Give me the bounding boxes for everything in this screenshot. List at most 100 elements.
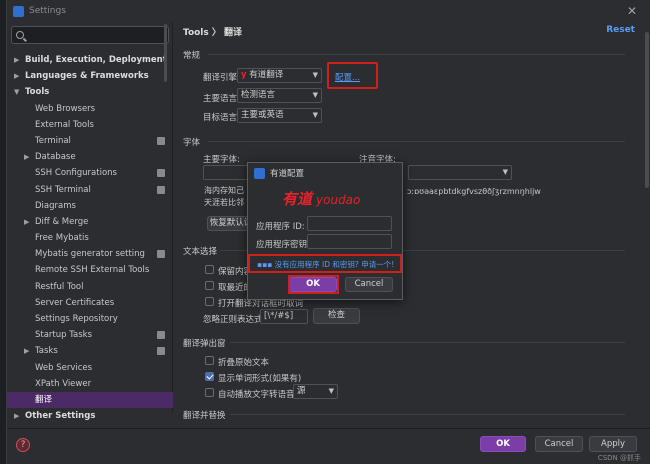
help-icon[interactable]: ? — [16, 438, 30, 452]
sidebar-item[interactable]: Free Mybatis — [7, 230, 173, 246]
sidebar-item[interactable]: Remote SSH External Tools — [7, 262, 173, 278]
close-icon[interactable]: ✕ — [627, 4, 637, 18]
chevron-down-icon[interactable]: ▼ — [14, 84, 19, 100]
sidebar-item-label: Web Browsers — [35, 103, 96, 114]
engine-label: 翻译引擎: — [203, 73, 240, 83]
chevron-right-icon[interactable]: ▶ — [24, 214, 29, 230]
apply-key-link[interactable]: ▪▪▪ 没有应用程序 ID 和密钥? 申请一个! — [257, 259, 394, 270]
target-lang-label: 目标语言: — [203, 113, 240, 123]
sidebar-item-label: Languages & Frameworks — [25, 71, 149, 82]
sidebar-item[interactable]: ▶ Other Settings — [7, 408, 173, 424]
sidebar-item[interactable]: Restful Tool — [7, 279, 173, 295]
chevron-down-icon: ▼ — [328, 387, 334, 395]
sidebar-item-label: Database — [35, 152, 76, 163]
engine-value: 有道翻译 — [249, 70, 284, 80]
phonetic-preview: ɔːɒʊəaɛpbtdkgfvszθðʃʒrzmnŋhljw — [407, 187, 541, 196]
primary-lang-label: 主要语言: — [203, 94, 240, 104]
sidebar-item[interactable]: Web Browsers — [7, 101, 173, 117]
phonetic-font-select[interactable]: ▼ — [408, 165, 512, 180]
sidebar-item[interactable]: ▶ Database — [7, 149, 173, 165]
tree-scrollbar[interactable] — [164, 24, 167, 82]
apply-button[interactable]: Apply — [589, 436, 637, 452]
app-key-input[interactable] — [307, 234, 392, 249]
auto-tts-checkbox[interactable] — [205, 388, 214, 397]
fold-original-checkbox[interactable] — [205, 356, 214, 365]
youdao-logo-icon: y — [241, 70, 247, 80]
section-font-title: 字体 — [183, 138, 201, 148]
sidebar-item-label: Build, Execution, Deployment — [25, 55, 167, 65]
sidebar-item[interactable]: Web Services — [7, 360, 173, 376]
sidebar-item[interactable]: XPath Viewer — [7, 376, 173, 392]
youdao-config-dialog: 有道配置 有道 youdao 应用程序 ID: 应用程序密钥: ▪▪▪ 没有应用程… — [247, 162, 403, 300]
youdao-logo: 有道 youdao — [282, 188, 360, 209]
sidebar-item-label: External Tools — [35, 119, 94, 130]
sidebar-item-label: SSH Terminal — [35, 184, 91, 195]
project-level-icon — [157, 136, 165, 145]
sidebar-item[interactable]: Startup Tasks — [7, 327, 173, 343]
sidebar-item[interactable]: ▶ Diff & Merge — [7, 214, 173, 230]
search-input[interactable] — [11, 26, 169, 44]
section-replace-title: 翻译并替换 — [183, 411, 226, 421]
sidebar-item[interactable]: SSH Terminal — [7, 182, 173, 198]
youdao-logo-en: youdao — [316, 193, 361, 207]
reset-link[interactable]: Reset — [606, 25, 635, 35]
ignore-regex-input[interactable]: [\*/#$] — [260, 309, 308, 324]
sidebar-item-label: SSH Configurations — [35, 168, 117, 179]
sidebar-item[interactable]: ▶ Tasks — [7, 343, 173, 359]
sidebar-item[interactable]: Diagrams — [7, 198, 173, 214]
apply-key-link-text: 没有应用程序 ID 和密钥? 申请一个! — [274, 260, 395, 269]
chevron-right-icon[interactable]: ▶ — [14, 52, 19, 68]
chevron-right-icon[interactable]: ▶ — [24, 343, 29, 359]
tts-source-select[interactable]: 源 ▼ — [293, 384, 338, 399]
sidebar-item[interactable]: Server Certificates — [7, 295, 173, 311]
breadcrumb: Tools 〉 翻译 — [183, 28, 243, 38]
sidebar-item[interactable]: ▼ Tools — [7, 84, 173, 100]
engine-select[interactable]: y 有道翻译 ▼ — [237, 68, 322, 83]
nearest-word-checkbox[interactable] — [205, 281, 214, 290]
title-bar: Settings ✕ — [7, 0, 650, 22]
app-id-input[interactable] — [307, 216, 392, 231]
cancel-button[interactable]: Cancel — [535, 436, 583, 452]
project-level-icon — [157, 331, 165, 340]
section-divider — [208, 141, 625, 142]
fold-original-label: 折叠原始文本 — [218, 358, 270, 368]
primary-lang-select[interactable]: 检测语言 ▼ — [237, 88, 322, 103]
section-divider — [208, 54, 625, 55]
dialog-title-bar: 有道配置 — [248, 163, 402, 183]
content-scrollbar[interactable] — [645, 32, 649, 188]
sidebar-item-label: Mybatis generator setting — [35, 249, 145, 260]
sidebar-item[interactable]: ▶ Build, Execution, Deployment — [7, 52, 173, 68]
sidebar-item-label: Settings Repository — [35, 314, 118, 324]
dialog-cancel-button[interactable]: Cancel — [345, 277, 393, 292]
primary-lang-value: 检测语言 — [241, 90, 276, 100]
section-popup-title: 翻译弹出窗 — [183, 339, 226, 349]
chevron-right-icon[interactable]: ▶ — [14, 68, 19, 84]
dialog-title: 有道配置 — [270, 169, 305, 179]
sidebar-item[interactable]: SSH Configurations — [7, 165, 173, 181]
sidebar-item[interactable]: ▶ Languages & Frameworks — [7, 68, 173, 84]
app-key-label: 应用程序密钥: — [256, 240, 310, 250]
take-word-checkbox[interactable] — [205, 297, 214, 306]
ok-button[interactable]: OK — [480, 436, 526, 452]
sidebar-item[interactable]: 翻译 — [7, 391, 173, 409]
section-text-selection-title: 文本选择 — [183, 247, 218, 257]
sidebar-item-label: Startup Tasks — [35, 330, 93, 341]
check-button[interactable]: 检查 — [313, 308, 360, 324]
chevron-down-icon: ▼ — [312, 111, 318, 119]
settings-tree: ▶ Build, Execution, Deployment ▶ Languages … — [7, 52, 173, 424]
section-divider — [230, 414, 625, 415]
chevron-right-icon[interactable]: ▶ — [14, 408, 19, 424]
sidebar-item-label: Other Settings — [25, 411, 96, 422]
sidebar-item[interactable]: Settings Repository — [7, 311, 173, 327]
sidebar-item[interactable]: Terminal — [7, 133, 173, 149]
window-title: Settings — [29, 6, 66, 16]
sidebar-item-label: Terminal — [35, 135, 71, 146]
target-lang-select[interactable]: 主要或英语 ▼ — [237, 108, 322, 123]
sidebar-item[interactable]: Mybatis generator setting — [7, 246, 173, 262]
annotation-highlight — [327, 62, 378, 89]
sidebar-item[interactable]: External Tools — [7, 117, 173, 133]
chevron-right-icon[interactable]: ▶ — [24, 149, 29, 165]
settings-tree-panel: ▶ Build, Execution, Deployment ▶ Languages … — [7, 22, 173, 421]
show-word-forms-checkbox[interactable] — [205, 372, 214, 381]
keep-format-checkbox[interactable] — [205, 265, 214, 274]
